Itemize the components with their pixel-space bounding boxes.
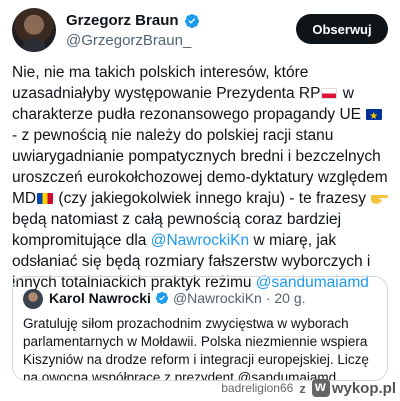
author-name-row: Grzegorz Braun: [66, 12, 200, 29]
mention-link[interactable]: @NawrockiKn: [151, 232, 249, 249]
wykop-logo-icon: wykop.pl: [311, 378, 396, 397]
follow-button[interactable]: Obserwuj: [296, 14, 388, 44]
pointing-hand-icon: [371, 195, 389, 204]
quoted-author-handle: @NawrockiKn: [172, 290, 262, 306]
quoted-author-avatar: [23, 289, 43, 309]
watermark-separator: z: [299, 380, 306, 396]
flag-eu-icon: [366, 109, 383, 120]
quoted-author-name: Karol Nawrocki: [49, 290, 151, 306]
quoted-tweet[interactable]: Karol Nawrocki @NawrockiKn · 20 g. Gratu…: [12, 276, 388, 381]
author-display-name[interactable]: Grzegorz Braun: [66, 12, 179, 29]
author-handle[interactable]: @GrzegorzBraun_: [66, 32, 191, 49]
watermark-username: badreligion66: [221, 381, 294, 395]
wykop-site-name: wykop.pl: [331, 379, 396, 397]
watermark-footer: badreligion66 z wykop.pl: [221, 377, 396, 399]
quoted-tweet-text: Gratuluję siłom prozachodnim zwycięstwa …: [23, 316, 369, 381]
author-avatar[interactable]: [12, 8, 56, 52]
tweet-text: Nie, nie ma takich polskich interesów, k…: [12, 62, 392, 293]
flag-moldova-icon: [37, 193, 54, 204]
tweet-text-part: Nie, nie ma takich polskich interesów, k…: [12, 64, 321, 102]
quoted-tweet-header: Karol Nawrocki @NawrockiKn · 20 g.: [49, 290, 306, 306]
flag-poland-icon: [321, 88, 338, 99]
tweet-header: Grzegorz Braun @GrzegorzBraun_ Obserwuj: [12, 8, 388, 54]
wykop-mark-icon: [311, 378, 330, 397]
tweet-text-part: (czy jakiegokolwiek innego kraju) - te f…: [54, 190, 371, 207]
verified-badge-icon: [155, 291, 169, 305]
quoted-tweet-time: · 20 g.: [265, 290, 306, 306]
verified-badge-icon: [184, 13, 199, 28]
